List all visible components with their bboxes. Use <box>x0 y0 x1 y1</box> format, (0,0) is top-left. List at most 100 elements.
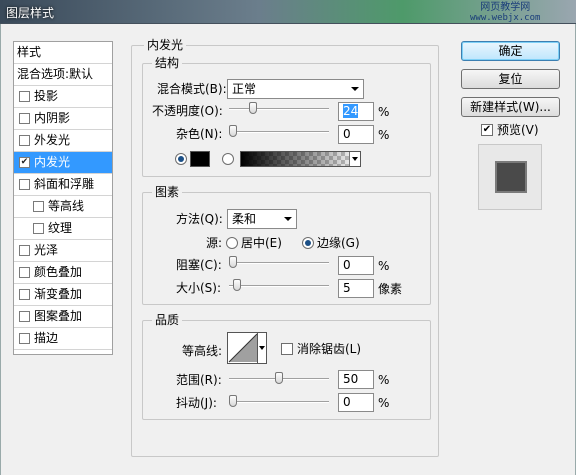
technique-label: 方法(Q): <box>176 212 223 226</box>
style-checkbox[interactable] <box>33 201 44 212</box>
source-label: 源: <box>206 236 223 250</box>
glow-color-swatch[interactable] <box>190 151 210 167</box>
style-list: 样式混合选项:默认投影内阴影 外发光 ✔ 内发光斜面和浮雕等高线纹理光泽颜色叠加 渐变叠… <box>13 41 113 355</box>
noise-label: 杂色(N): <box>176 127 223 141</box>
range-slider-thumb[interactable] <box>275 372 283 384</box>
technique-value: 柔和 <box>232 212 257 226</box>
style-list-header: 样式 <box>14 42 112 64</box>
jitter-slider-thumb[interactable] <box>229 395 237 407</box>
antialias-checkbox[interactable] <box>281 343 293 355</box>
antialias-label: 消除锯齿(L) <box>297 342 362 356</box>
jitter-label: 抖动(J): <box>176 396 217 410</box>
style-checkbox[interactable] <box>19 267 30 278</box>
choke-slider[interactable] <box>229 256 329 268</box>
noise-unit: % <box>378 128 390 142</box>
size-slider[interactable] <box>229 279 329 291</box>
watermark-line-2: www.webjx.com <box>470 13 541 23</box>
choke-value: 0 <box>343 258 351 272</box>
watermark-line-1: 网页教学网 <box>480 2 531 13</box>
slider-track <box>229 108 329 110</box>
quality-title: 品质 <box>152 313 183 327</box>
source-edge-radio[interactable] <box>302 237 314 249</box>
range-slider[interactable] <box>229 372 329 384</box>
gradient-radio[interactable] <box>222 153 234 165</box>
choke-label: 阻塞(C): <box>176 258 222 272</box>
style-list-item[interactable]: ✔ 内发光 <box>14 152 112 174</box>
style-list-item-label: 光泽 <box>34 243 59 257</box>
opacity-slider-thumb[interactable] <box>249 102 257 114</box>
style-list-item[interactable]: 内阴影 <box>14 108 112 130</box>
style-checkbox[interactable] <box>33 223 44 234</box>
reset-button[interactable]: 复位 <box>461 69 560 89</box>
noise-slider-thumb[interactable] <box>229 125 237 137</box>
technique-select[interactable]: 柔和 <box>227 209 297 229</box>
size-label: 大小(S): <box>176 281 222 295</box>
opacity-slider[interactable] <box>229 102 329 114</box>
title-bar[interactable]: 图层样式 网页教学网 www.webjx.com <box>0 0 576 24</box>
preview-checkbox[interactable]: ✔ <box>481 124 493 136</box>
jitter-slider[interactable] <box>229 395 329 407</box>
blend-mode-label: 混合模式(B): <box>157 82 227 96</box>
opacity-input[interactable]: 24 <box>338 102 374 121</box>
style-list-item[interactable]: 斜面和浮雕 <box>14 174 112 196</box>
range-label: 范围(R): <box>176 373 222 387</box>
range-value: 50 <box>343 372 359 386</box>
choke-unit: % <box>378 259 390 273</box>
ok-button[interactable]: 确定 <box>461 41 560 61</box>
style-list-header-label: 样式 <box>17 45 42 59</box>
style-list-item[interactable]: 颜色叠加 <box>14 262 112 284</box>
jitter-input[interactable]: 0 <box>338 393 374 412</box>
chevron-down-icon[interactable] <box>349 152 360 166</box>
noise-input[interactable]: 0 <box>338 125 374 144</box>
style-list-item-label: 投影 <box>34 89 59 103</box>
jitter-value: 0 <box>343 395 351 409</box>
style-checkbox[interactable] <box>19 135 30 146</box>
style-list-item[interactable]: 等高线 <box>14 196 112 218</box>
style-list-item[interactable]: 混合选项:默认 <box>14 64 112 86</box>
style-checkbox[interactable] <box>19 289 30 300</box>
opacity-value: 24 <box>343 104 359 118</box>
source-center-radio[interactable] <box>226 237 238 249</box>
new-style-button[interactable]: 新建样式(W)... <box>461 97 560 117</box>
style-list-item[interactable]: 投影 <box>14 86 112 108</box>
range-input[interactable]: 50 <box>338 370 374 389</box>
size-unit: 像素 <box>378 282 403 296</box>
solid-color-radio[interactable] <box>175 153 187 165</box>
panel-title: 内发光 <box>144 38 187 52</box>
preview-label: 预览(V) <box>497 123 539 137</box>
jitter-unit: % <box>378 396 390 410</box>
style-checkbox[interactable]: ✔ <box>19 157 30 168</box>
contour-curve-icon <box>228 333 258 363</box>
structure-title: 结构 <box>152 56 183 70</box>
slider-track <box>229 285 329 287</box>
style-checkbox[interactable] <box>19 245 30 256</box>
source-center-label: 居中(E) <box>241 236 282 250</box>
opacity-label: 不透明度(O): <box>152 104 223 118</box>
size-input[interactable]: 5 <box>338 279 374 298</box>
contour-picker[interactable] <box>227 332 267 364</box>
check-icon: ✔ <box>482 124 492 135</box>
gradient-picker[interactable] <box>240 151 361 167</box>
style-checkbox[interactable] <box>19 91 30 102</box>
style-checkbox[interactable] <box>19 113 30 124</box>
style-list-item[interactable]: 描边 <box>14 328 112 350</box>
style-list-item[interactable]: 渐变叠加 <box>14 284 112 306</box>
noise-slider[interactable] <box>229 125 329 137</box>
style-list-item[interactable]: 纹理 <box>14 218 112 240</box>
chevron-down-icon[interactable] <box>257 332 267 364</box>
style-checkbox[interactable] <box>19 179 30 190</box>
size-value: 5 <box>343 281 351 295</box>
style-checkbox[interactable] <box>19 311 30 322</box>
size-slider-thumb[interactable] <box>233 279 241 291</box>
style-list-item[interactable]: 外发光 <box>14 130 112 152</box>
style-checkbox[interactable] <box>19 333 30 344</box>
style-list-item-label: 内发光 <box>34 155 71 169</box>
style-list-item[interactable]: 光泽 <box>14 240 112 262</box>
style-list-item-label: 等高线 <box>48 199 85 213</box>
style-list-item-label: 图案叠加 <box>34 309 83 323</box>
choke-slider-thumb[interactable] <box>229 256 237 268</box>
contour-label: 等高线: <box>182 344 223 358</box>
choke-input[interactable]: 0 <box>338 256 374 275</box>
blend-mode-select[interactable]: 正常 <box>227 79 364 99</box>
style-list-item[interactable]: 图案叠加 <box>14 306 112 328</box>
